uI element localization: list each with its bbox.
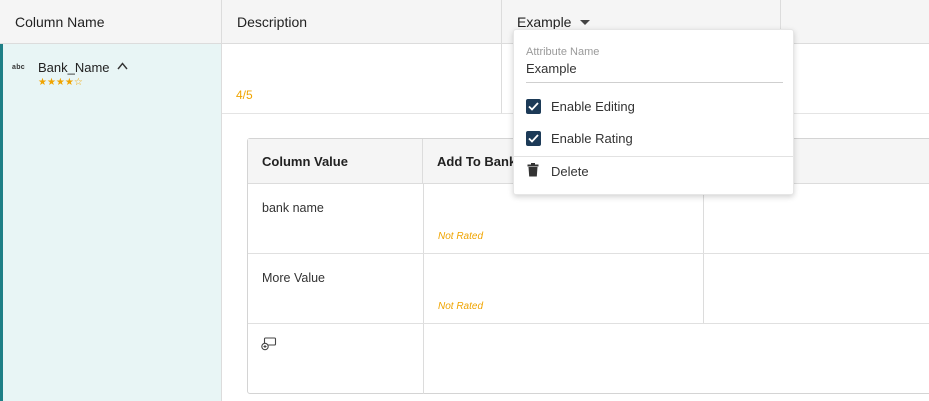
enable-rating-option[interactable]: Enable Rating xyxy=(526,127,633,149)
trash-icon xyxy=(527,162,539,180)
attribute-dropdown-menu: Attribute Name Example Enable Editing En… xyxy=(513,29,794,195)
row-value: More Value xyxy=(262,271,325,285)
rating-fraction: 4/5 xyxy=(236,88,253,102)
checkbox-checked-icon[interactable] xyxy=(526,98,541,114)
column-row-selected[interactable]: abc Bank_Name ★★★★☆ xyxy=(0,44,222,401)
divider xyxy=(423,184,424,253)
divider xyxy=(423,254,424,323)
row-value: bank name xyxy=(262,201,324,215)
chevron-up-icon[interactable] xyxy=(117,61,128,73)
header-empty xyxy=(781,0,929,44)
column-name[interactable]: Bank_Name xyxy=(38,60,110,75)
add-row xyxy=(248,324,929,394)
menu-divider xyxy=(514,156,793,157)
delete-option[interactable]: Delete xyxy=(526,160,589,182)
checkbox-checked-icon[interactable] xyxy=(526,130,541,146)
enable-editing-label: Enable Editing xyxy=(551,98,635,114)
header-description[interactable]: Description xyxy=(222,0,502,44)
header-column-value: Column Value xyxy=(248,139,423,184)
add-value-icon[interactable] xyxy=(261,337,277,354)
text-type-icon: abc xyxy=(12,64,25,71)
rating-stars[interactable]: ★★★★☆ xyxy=(38,77,83,88)
caret-down-icon[interactable] xyxy=(580,20,591,25)
enable-rating-label: Enable Rating xyxy=(551,130,633,146)
attribute-name-label: Attribute Name xyxy=(526,46,600,58)
divider xyxy=(423,324,424,394)
table-row[interactable]: More Value Not Rated xyxy=(248,254,929,324)
row-rating-status[interactable]: Not Rated xyxy=(438,231,483,242)
enable-editing-option[interactable]: Enable Editing xyxy=(526,95,635,117)
header-column-name[interactable]: Column Name xyxy=(0,0,222,44)
delete-label: Delete xyxy=(551,163,589,179)
attribute-name-input[interactable]: Example xyxy=(526,61,783,83)
row-rating-status[interactable]: Not Rated xyxy=(438,301,483,312)
divider xyxy=(703,254,704,323)
description-cell[interactable]: 4/5 xyxy=(222,44,502,114)
